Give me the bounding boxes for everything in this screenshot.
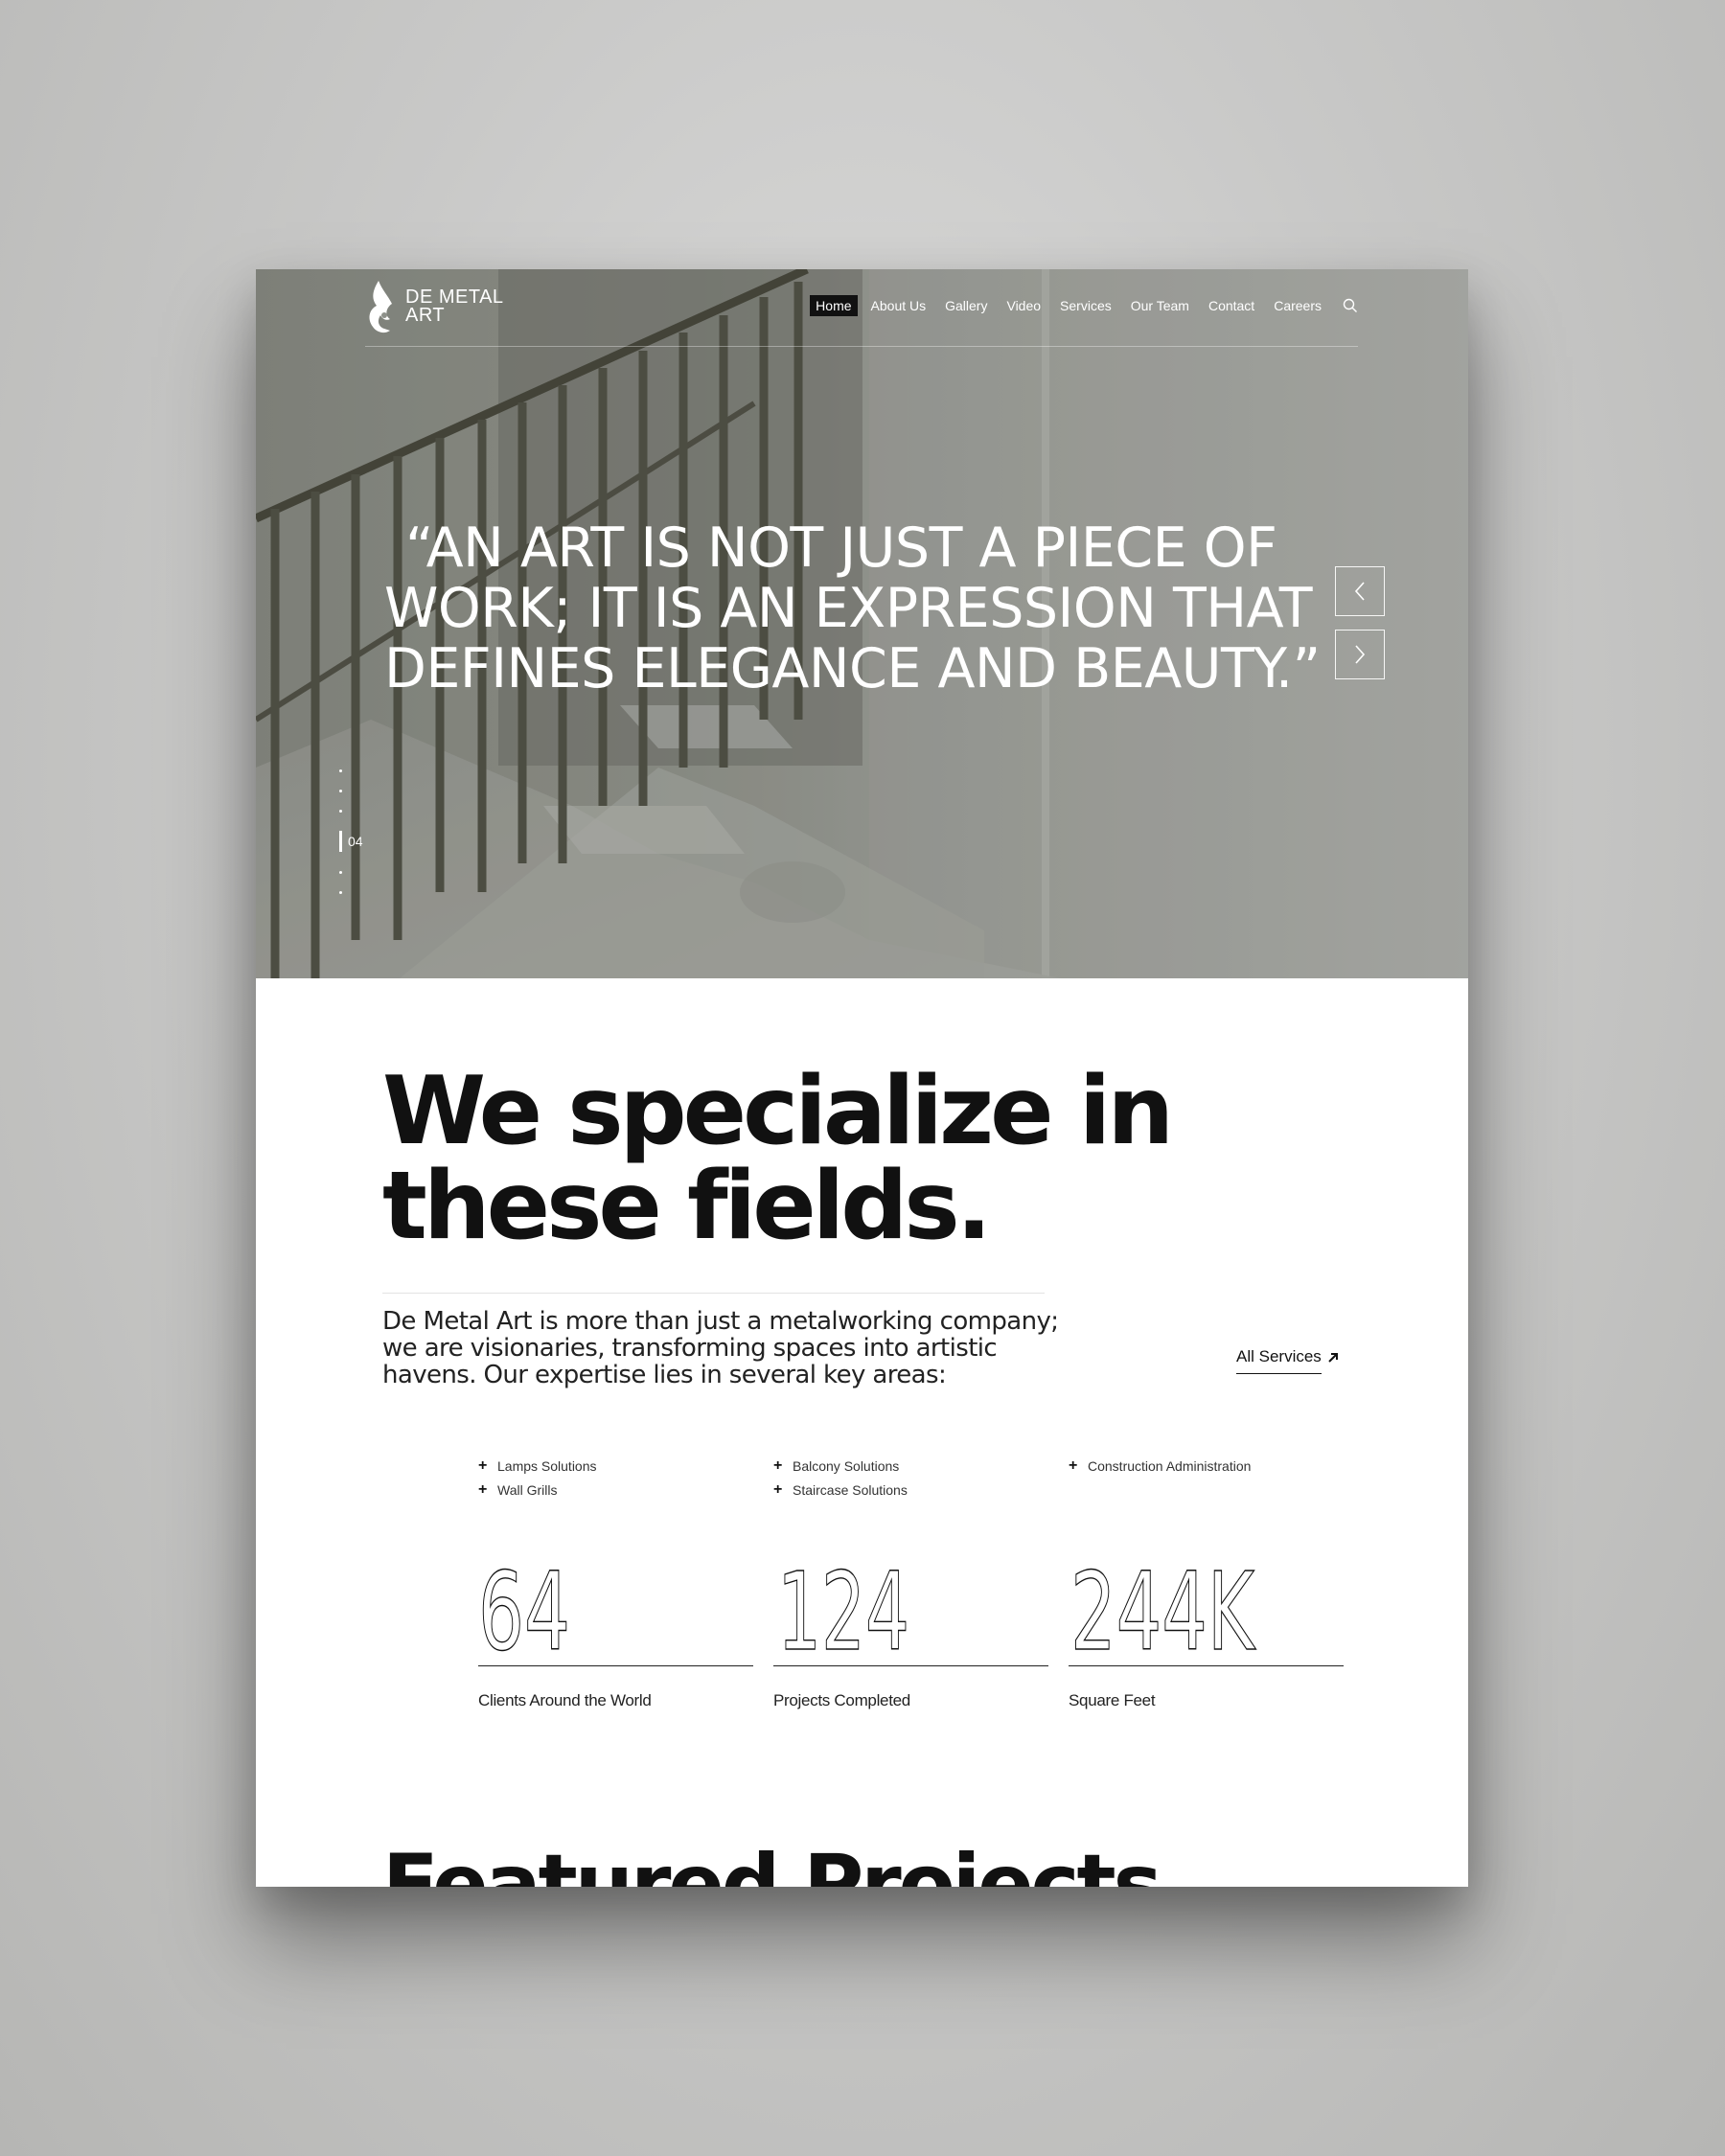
- hero-quote: “AN ART IS NOT JUST A PIECE OF WORK; IT …: [384, 518, 1352, 700]
- intro-paragraph: De Metal Art is more than just a metalwo…: [382, 1307, 1059, 1389]
- nav-item-about-us[interactable]: About Us: [865, 295, 932, 316]
- slide-pagination: 04: [337, 768, 376, 902]
- website-page: DE METAL ART Home About Us Gallery Video…: [256, 269, 1468, 1887]
- chevron-left-icon: [1354, 582, 1365, 601]
- stat-rule: [1069, 1665, 1344, 1666]
- all-services-link[interactable]: All Services: [1236, 1347, 1339, 1374]
- main-navigation: DE METAL ART Home About Us Gallery Video…: [365, 269, 1358, 347]
- pagination-dot[interactable]: [339, 891, 342, 894]
- stat-value: 244K: [1070, 1549, 1256, 1675]
- pagination-active-bar[interactable]: [339, 831, 342, 852]
- plus-icon: +: [773, 1480, 783, 1498]
- service-label: Balcony Solutions: [793, 1457, 900, 1474]
- pagination-dot[interactable]: [339, 790, 342, 792]
- hero-quote-line3: DEFINES ELEGANCE AND BEAUTY.”: [384, 637, 1321, 700]
- nav-item-home[interactable]: Home: [810, 295, 858, 316]
- nav-menu: Home About Us Gallery Video Services Our…: [802, 295, 1358, 316]
- plus-icon: +: [773, 1456, 783, 1474]
- stat-label: Projects Completed: [773, 1691, 910, 1709]
- stat-square-feet: 244K Square Feet: [1069, 1549, 1344, 1710]
- stat-value: 124: [776, 1549, 909, 1675]
- services-column-3: + Construction Administration: [1069, 1454, 1251, 1478]
- services-column-1: + Lamps Solutions + Wall Grills: [478, 1454, 597, 1502]
- stat-projects: 124 Projects Completed: [773, 1549, 1048, 1710]
- slider-next-button[interactable]: [1335, 630, 1385, 679]
- arrow-up-right-icon: [1328, 1353, 1338, 1363]
- service-label: Wall Grills: [497, 1481, 558, 1498]
- service-item[interactable]: + Staircase Solutions: [773, 1478, 908, 1502]
- stat-clients: 64 Clients Around the World: [477, 1549, 753, 1710]
- logo-text-line2: ART: [405, 305, 446, 326]
- site-logo[interactable]: DE METAL ART: [365, 277, 504, 336]
- section-divider: [382, 1293, 1045, 1294]
- nav-item-video[interactable]: Video: [1000, 295, 1046, 316]
- stat-value: 64: [477, 1549, 570, 1675]
- nav-item-our-team[interactable]: Our Team: [1125, 295, 1195, 316]
- stat-label: Square Feet: [1069, 1691, 1156, 1709]
- stat-label: Clients Around the World: [478, 1691, 652, 1709]
- all-services-label: All Services: [1236, 1347, 1322, 1374]
- service-label: Staircase Solutions: [793, 1481, 908, 1498]
- slide-number: 04: [348, 834, 363, 849]
- service-label: Construction Administration: [1088, 1457, 1252, 1474]
- plus-icon: +: [1069, 1456, 1078, 1474]
- service-item[interactable]: + Construction Administration: [1069, 1454, 1251, 1478]
- nav-item-gallery[interactable]: Gallery: [939, 295, 993, 316]
- headline-line1: We specialize in: [382, 1057, 1174, 1166]
- service-label: Lamps Solutions: [497, 1457, 597, 1474]
- hero-quote-line1: “AN ART IS NOT JUST A PIECE OF: [405, 516, 1277, 580]
- hero-slider: DE METAL ART Home About Us Gallery Video…: [256, 269, 1468, 978]
- service-item[interactable]: + Lamps Solutions: [478, 1454, 597, 1478]
- nav-item-contact[interactable]: Contact: [1203, 295, 1260, 316]
- hero-quote-line2: WORK; IT IS AN EXPRESSION THAT: [384, 577, 1313, 640]
- flame-logo-icon: [369, 281, 392, 333]
- nav-item-services[interactable]: Services: [1054, 295, 1117, 316]
- headline-line2: these fields.: [382, 1152, 992, 1261]
- chevron-right-icon: [1355, 645, 1366, 664]
- plus-icon: +: [478, 1456, 488, 1474]
- specialize-headline: We specialize in these fields.: [382, 1057, 1174, 1261]
- services-column-2: + Balcony Solutions + Staircase Solution…: [773, 1454, 908, 1502]
- pagination-dot[interactable]: [339, 871, 342, 874]
- featured-projects-heading: Featured Projects: [382, 1837, 1162, 1887]
- service-item[interactable]: + Wall Grills: [478, 1478, 597, 1502]
- nav-item-careers[interactable]: Careers: [1268, 295, 1327, 316]
- plus-icon: +: [478, 1480, 488, 1498]
- search-icon[interactable]: [1343, 298, 1358, 313]
- stat-value-text: 244K: [1070, 1553, 1256, 1659]
- stat-rule: [478, 1665, 753, 1666]
- slider-prev-button[interactable]: [1335, 566, 1385, 616]
- service-item[interactable]: + Balcony Solutions: [773, 1454, 908, 1478]
- pagination-dot[interactable]: [339, 769, 342, 772]
- stat-rule: [773, 1665, 1048, 1666]
- stat-value-text: 124: [777, 1553, 909, 1659]
- stat-value-text: 64: [478, 1553, 570, 1659]
- pagination-dot[interactable]: [339, 810, 342, 813]
